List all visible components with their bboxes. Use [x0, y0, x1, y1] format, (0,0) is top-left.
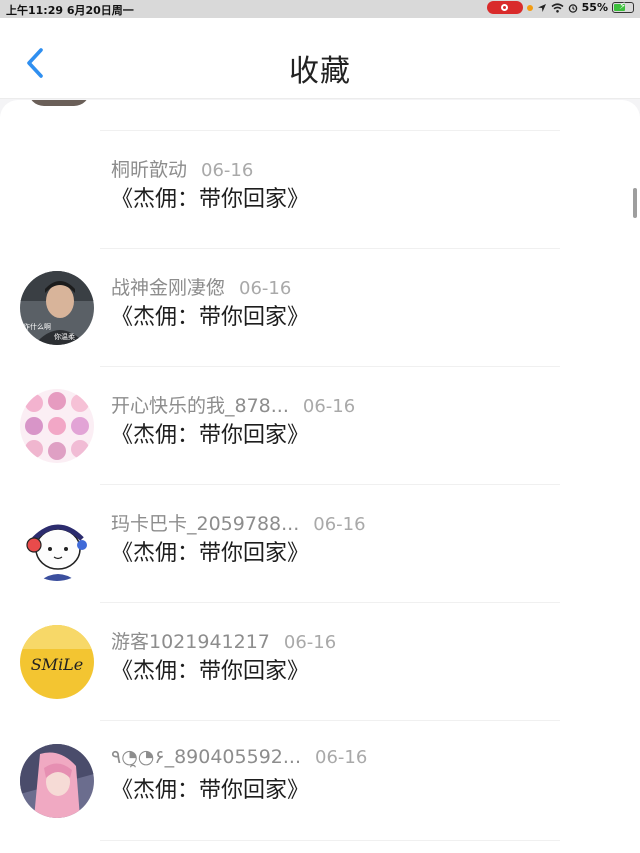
comment-meta: ٩◔̯◔۶_890405592... 06-16: [111, 746, 367, 768]
nav-header: 收藏: [0, 18, 640, 99]
list-item[interactable]: ٩◔̯◔۶_890405592... 06-16 《杰佣：带你回家》: [0, 724, 640, 842]
username[interactable]: 桐昕歆动: [111, 159, 187, 181]
comment-meta: 战神金刚凄偬 06-16: [111, 273, 291, 300]
comment-text: 《杰佣：带你回家》: [111, 541, 310, 566]
avatar[interactable]: 作什么啊 你温柔: [20, 271, 94, 345]
scrollbar[interactable]: [633, 188, 637, 218]
comment-meta: 玛卡巴卡_2059788... 06-16: [111, 509, 366, 536]
divider: [100, 366, 560, 367]
divider: [100, 602, 560, 603]
username[interactable]: 玛卡巴卡_2059788...: [111, 513, 299, 535]
status-right: 55% ⚡: [486, 1, 634, 14]
avatar[interactable]: [20, 389, 94, 463]
list-item[interactable]: SMiLe 游客1021941217 06-16 《杰佣：带你回家》: [0, 605, 640, 723]
svg-text:作什么啊: 作什么啊: [23, 322, 51, 331]
divider: [100, 840, 560, 841]
username[interactable]: ٩◔̯◔۶_890405592...: [111, 746, 301, 768]
comment-meta: 桐昕歆动 06-16: [111, 155, 253, 182]
comment-date: 06-16: [239, 278, 292, 299]
avatar[interactable]: SMiLe: [20, 625, 94, 699]
page-title: 收藏: [289, 54, 351, 89]
comment-date: 06-16: [201, 160, 254, 181]
username[interactable]: 游客1021941217: [111, 631, 270, 653]
avatar: [28, 100, 90, 106]
wifi-icon: [551, 2, 564, 13]
status-bar: 上午11:29 6月20日周一 55% ⚡: [0, 0, 640, 18]
status-time: 上午11:29 6月20日周一: [6, 4, 134, 17]
alarm-icon: [568, 3, 577, 13]
avatar[interactable]: [20, 507, 94, 581]
comment-text: 《杰佣：带你回家》: [111, 659, 310, 684]
battery-icon: ⚡: [612, 1, 634, 13]
comment-meta: 开心快乐的我_878... 06-16: [111, 391, 355, 418]
location-icon: [537, 3, 546, 12]
username[interactable]: 开心快乐的我_878...: [111, 395, 289, 417]
comment-date: 06-16: [315, 747, 368, 768]
comment-date: 06-16: [283, 632, 337, 653]
username[interactable]: 战神金刚凄偬: [111, 277, 225, 299]
divider: [100, 484, 560, 485]
comment-meta: 游客1021941217 06-16: [111, 627, 336, 654]
divider: [100, 720, 560, 721]
list-item[interactable]: 玛卡巴卡_2059788... 06-16 《杰佣：带你回家》: [0, 487, 640, 605]
comment-text: 《杰佣：带你回家》: [111, 423, 310, 448]
comment-date: 06-16: [302, 396, 356, 417]
list-item[interactable]: 桐昕歆动 06-16 《杰佣：带你回家》: [0, 133, 640, 251]
list-item[interactable]: 作什么啊 你温柔 战神金刚凄偬 06-16 《杰佣：带你回家》: [0, 251, 640, 369]
list-item[interactable]: 开心快乐的我_878... 06-16 《杰佣：带你回家》: [0, 369, 640, 487]
comment-date: 06-16: [313, 514, 366, 535]
avatar[interactable]: [20, 744, 94, 818]
divider: [100, 248, 560, 249]
screen-recording-icon: [486, 1, 523, 14]
svg-text:SMiLe: SMiLe: [31, 655, 84, 674]
mic-indicator-icon: [526, 4, 533, 11]
svg-text:你温柔: 你温柔: [54, 332, 75, 341]
favorites-list[interactable]: 桐昕歆动 06-16 《杰佣：带你回家》 作什么啊 你温柔 战神金刚凄偬 06-16…: [0, 100, 640, 853]
comment-text: 《杰佣：带你回家》: [111, 187, 310, 212]
divider: [100, 130, 560, 131]
comment-text: 《杰佣：带你回家》: [111, 305, 310, 330]
battery-percent: 55%: [581, 1, 608, 14]
comment-text: 《杰佣：带你回家》: [111, 778, 310, 803]
